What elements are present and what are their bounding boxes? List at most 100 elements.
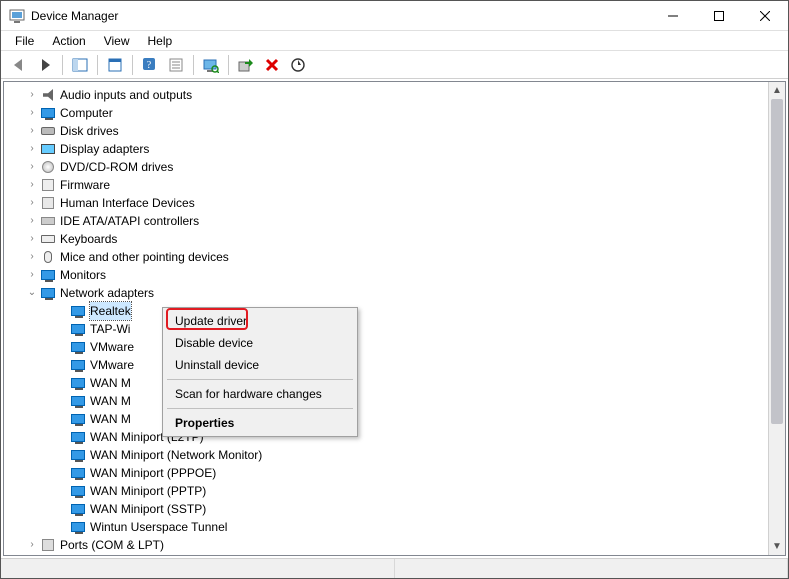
tree-category-label: Audio inputs and outputs [60,86,192,104]
tree-device-label: WAN M [90,410,131,428]
tree-spacer [56,449,68,461]
svg-text:?: ? [147,60,152,71]
monitor-icon [40,105,56,121]
tree-device[interactable]: VMware [8,356,785,374]
tree-category[interactable]: ›Firmware [8,176,785,194]
tree-category[interactable]: ›IDE ATA/ATAPI controllers [8,212,785,230]
context-menu-separator [167,408,353,409]
tree-category-label: Keyboards [60,230,117,248]
chevron-right-icon[interactable]: › [26,539,38,551]
tree-spacer [56,521,68,533]
chevron-down-icon[interactable]: ⌄ [26,287,38,299]
tree-device-label: VMware [90,356,134,374]
tree-category[interactable]: › DVD/CD-ROM drives [8,158,785,176]
tree-category[interactable]: › Audio inputs and outputs [8,86,785,104]
tree-category[interactable]: ›Mice and other pointing devices [8,248,785,266]
chevron-right-icon[interactable]: › [26,215,38,227]
close-button[interactable] [742,1,788,31]
scroll-track[interactable] [769,99,785,538]
forward-button[interactable] [33,53,57,77]
vertical-scrollbar[interactable]: ▲ ▼ [768,82,785,555]
context-menu-item[interactable]: Disable device [165,332,355,354]
tree-device-label: WAN M [90,374,131,392]
device-tree[interactable]: › Audio inputs and outputs›Computer›Disk … [4,82,785,555]
tree-category-label: DVD/CD-ROM drives [60,158,173,176]
tree-device-label: Wintun Userspace Tunnel [90,518,227,536]
scroll-thumb[interactable] [771,99,783,424]
tree-spacer [56,431,68,443]
tree-device[interactable]: WAN M [8,374,785,392]
tree-category[interactable]: ›Display adapters [8,140,785,158]
tree-device[interactable]: WAN Miniport (PPTP) [8,482,785,500]
scan-hardware-button[interactable] [199,53,223,77]
menubar: File Action View Help [1,31,788,51]
back-button[interactable] [7,53,31,77]
menu-view[interactable]: View [96,32,138,50]
disk-icon [40,123,56,139]
uninstall-button[interactable] [260,53,284,77]
tree-device[interactable]: WAN M [8,392,785,410]
tree-device[interactable]: WAN Miniport (Network Monitor) [8,446,785,464]
toolbar-sep [62,55,63,75]
sound-icon [40,87,56,103]
tree-category[interactable]: › Keyboards [8,230,785,248]
chevron-right-icon[interactable]: › [26,89,38,101]
context-menu-separator [167,379,353,380]
context-menu-item[interactable]: Update driver [165,310,355,332]
tree-spacer [56,485,68,497]
network-icon [70,357,86,373]
tree-device[interactable]: WAN Miniport (L2TP) [8,428,785,446]
tree-device-label: TAP-Wi [90,320,130,338]
tree-category-label: Monitors [60,266,106,284]
help-button[interactable]: ? [138,53,162,77]
dvd-icon [40,159,56,175]
show-hide-tree-button[interactable] [68,53,92,77]
network-icon [70,519,86,535]
tree-device[interactable]: Realtek [8,302,785,320]
tree-category[interactable]: ›Ports (COM & LPT) [8,536,785,554]
chevron-right-icon[interactable]: › [26,197,38,209]
context-menu-item[interactable]: Properties [165,412,355,434]
context-menu-item[interactable]: Scan for hardware changes [165,383,355,405]
tree-category[interactable]: ›Computer [8,104,785,122]
tree-category[interactable]: ›Human Interface Devices [8,194,785,212]
tree-spacer [56,305,68,317]
tree-device[interactable]: WAN M [8,410,785,428]
minimize-button[interactable] [650,1,696,31]
tree-category[interactable]: › Monitors [8,266,785,284]
tree-device[interactable]: WAN Miniport (PPPOE) [8,464,785,482]
maximize-button[interactable] [696,1,742,31]
tree-category[interactable]: ⌄Network adapters [8,284,785,302]
titlebar-left: Device Manager [9,8,118,24]
tree-device[interactable]: WAN Miniport (SSTP) [8,500,785,518]
network-icon [70,483,86,499]
network-icon [70,501,86,517]
enable-button[interactable] [286,53,310,77]
tree-device[interactable]: VMware [8,338,785,356]
chevron-right-icon[interactable]: › [26,161,38,173]
properties-button[interactable] [103,53,127,77]
tree-device[interactable]: Wintun Userspace Tunnel [8,518,785,536]
tree-device[interactable]: TAP-Wi [8,320,785,338]
context-menu-item[interactable]: Uninstall device [165,354,355,376]
chevron-right-icon[interactable]: › [26,251,38,263]
tree-category[interactable]: ›Disk drives [8,122,785,140]
chevron-right-icon[interactable]: › [26,233,38,245]
chevron-right-icon[interactable]: › [26,107,38,119]
chevron-right-icon[interactable]: › [26,269,38,281]
scroll-down-icon[interactable]: ▼ [769,538,785,555]
chevron-right-icon[interactable]: › [26,125,38,137]
tree-device-label: WAN Miniport (Network Monitor) [90,446,262,464]
menu-help[interactable]: Help [140,32,181,50]
port-icon [40,537,56,553]
chevron-right-icon[interactable]: › [26,179,38,191]
menu-file[interactable]: File [7,32,42,50]
tree-spacer [56,503,68,515]
menu-action[interactable]: Action [44,32,93,50]
toolbar-sep [228,55,229,75]
chevron-right-icon[interactable]: › [26,143,38,155]
toolbar-sep [193,55,194,75]
action-props-button[interactable] [164,53,188,77]
update-driver-button[interactable] [234,53,258,77]
scroll-up-icon[interactable]: ▲ [769,82,785,99]
